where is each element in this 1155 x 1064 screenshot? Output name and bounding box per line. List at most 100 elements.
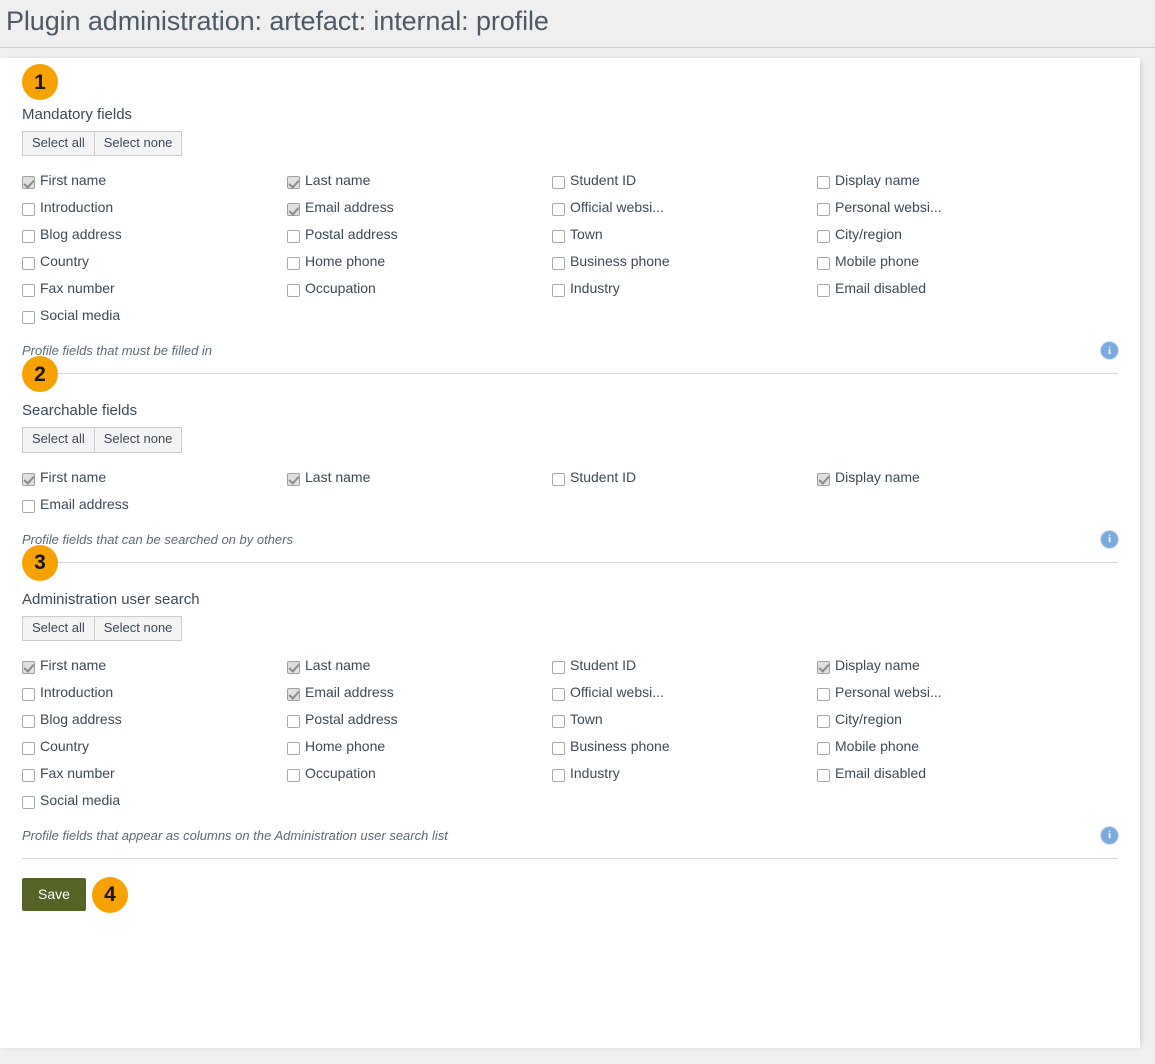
checkbox-unchecked-icon[interactable] [22,768,35,782]
select-none-button-searchable[interactable]: Select none [94,427,183,453]
checkbox-item[interactable]: Industry [552,765,817,782]
checkbox-item[interactable]: Last name [287,172,552,190]
checkbox-unchecked-icon[interactable] [552,230,565,244]
checkbox-unchecked-icon[interactable] [552,257,565,271]
checkbox-item[interactable]: Business phone [552,253,817,271]
checkbox-item[interactable]: First name [22,469,287,486]
select-none-button-mandatory[interactable]: Select none [94,131,183,157]
checkbox-unchecked-icon[interactable] [552,741,565,755]
checkbox-unchecked-icon[interactable] [552,714,565,728]
checkbox-item[interactable]: Official websi... [552,199,817,217]
checkbox-unchecked-icon[interactable] [22,795,35,809]
checkbox-checked-icon[interactable] [287,176,300,190]
checkbox-item[interactable]: Personal websi... [817,199,1082,217]
checkbox-item[interactable]: Introduction [22,684,287,701]
checkbox-checked-icon[interactable] [287,472,300,486]
checkbox-checked-icon[interactable] [22,472,35,486]
checkbox-unchecked-icon[interactable] [552,768,565,782]
checkbox-unchecked-icon[interactable] [817,230,830,244]
checkbox-item[interactable]: City/region [817,226,1082,244]
checkbox-unchecked-icon[interactable] [552,472,565,486]
checkbox-item[interactable]: Fax number [22,765,287,782]
checkbox-item[interactable]: Student ID [552,172,817,190]
checkbox-item[interactable]: Industry [552,280,817,298]
checkbox-item[interactable]: Email address [287,684,552,701]
checkbox-item[interactable]: Postal address [287,711,552,728]
checkbox-unchecked-icon[interactable] [22,230,35,244]
save-button[interactable]: Save [22,878,86,912]
checkbox-checked-icon[interactable] [287,203,300,217]
checkbox-unchecked-icon[interactable] [22,499,35,513]
checkbox-unchecked-icon[interactable] [287,714,300,728]
checkbox-unchecked-icon[interactable] [552,660,565,674]
checkbox-checked-icon[interactable] [287,687,300,701]
checkbox-unchecked-icon[interactable] [817,768,830,782]
checkbox-item[interactable]: Student ID [552,469,817,486]
checkbox-item[interactable]: Business phone [552,738,817,755]
checkbox-item[interactable]: Email disabled [817,280,1082,298]
checkbox-item[interactable]: Email address [22,496,287,513]
checkbox-item[interactable]: Email disabled [817,765,1082,782]
select-all-button-mandatory[interactable]: Select all [22,131,95,157]
checkbox-item[interactable]: Blog address [22,711,287,728]
checkbox-item[interactable]: Display name [817,657,1082,674]
select-none-button-adminsearch[interactable]: Select none [94,615,183,641]
checkbox-unchecked-icon[interactable] [817,741,830,755]
checkbox-item[interactable]: Country [22,738,287,755]
checkbox-unchecked-icon[interactable] [817,284,830,298]
checkbox-item[interactable]: Personal websi... [817,684,1082,701]
checkbox-item[interactable]: First name [22,657,287,674]
checkbox-item[interactable]: Blog address [22,226,287,244]
checkbox-checked-icon[interactable] [817,660,830,674]
checkbox-checked-icon[interactable] [817,472,830,486]
checkbox-unchecked-icon[interactable] [22,687,35,701]
checkbox-item[interactable]: City/region [817,711,1082,728]
checkbox-item[interactable]: Town [552,711,817,728]
checkbox-unchecked-icon[interactable] [287,230,300,244]
info-icon[interactable]: i [1101,530,1118,548]
checkbox-unchecked-icon[interactable] [287,257,300,271]
checkbox-item[interactable]: Home phone [287,738,552,755]
checkbox-checked-icon[interactable] [287,660,300,674]
checkbox-unchecked-icon[interactable] [22,284,35,298]
checkbox-unchecked-icon[interactable] [287,741,300,755]
checkbox-item[interactable]: Occupation [287,765,552,782]
checkbox-item[interactable]: Fax number [22,280,287,298]
checkbox-item[interactable]: Social media [22,307,287,325]
checkbox-item[interactable]: Display name [817,469,1082,486]
checkbox-item[interactable]: Country [22,253,287,271]
checkbox-item[interactable]: Home phone [287,253,552,271]
checkbox-item[interactable]: Official websi... [552,684,817,701]
checkbox-unchecked-icon[interactable] [817,257,830,271]
checkbox-checked-icon[interactable] [22,176,35,190]
checkbox-unchecked-icon[interactable] [287,768,300,782]
checkbox-checked-icon[interactable] [22,660,35,674]
checkbox-unchecked-icon[interactable] [552,176,565,190]
checkbox-unchecked-icon[interactable] [22,741,35,755]
checkbox-item[interactable]: Introduction [22,199,287,217]
checkbox-item[interactable]: Mobile phone [817,738,1082,755]
checkbox-item[interactable]: Social media [22,792,287,809]
checkbox-unchecked-icon[interactable] [817,203,830,217]
checkbox-unchecked-icon[interactable] [22,311,35,325]
checkbox-item[interactable]: Mobile phone [817,253,1082,271]
checkbox-unchecked-icon[interactable] [22,203,35,217]
checkbox-unchecked-icon[interactable] [552,687,565,701]
checkbox-unchecked-icon[interactable] [817,714,830,728]
checkbox-unchecked-icon[interactable] [817,176,830,190]
checkbox-unchecked-icon[interactable] [552,284,565,298]
checkbox-item[interactable]: Occupation [287,280,552,298]
checkbox-unchecked-icon[interactable] [817,687,830,701]
checkbox-item[interactable]: Student ID [552,657,817,674]
checkbox-unchecked-icon[interactable] [287,284,300,298]
select-all-button-adminsearch[interactable]: Select all [22,615,95,641]
select-all-button-searchable[interactable]: Select all [22,427,95,453]
checkbox-item[interactable]: Display name [817,172,1082,190]
checkbox-item[interactable]: Email address [287,199,552,217]
info-icon[interactable]: i [1101,342,1118,360]
checkbox-unchecked-icon[interactable] [22,714,35,728]
checkbox-item[interactable]: Postal address [287,226,552,244]
checkbox-unchecked-icon[interactable] [22,257,35,271]
checkbox-unchecked-icon[interactable] [552,203,565,217]
checkbox-item[interactable]: Last name [287,469,552,486]
